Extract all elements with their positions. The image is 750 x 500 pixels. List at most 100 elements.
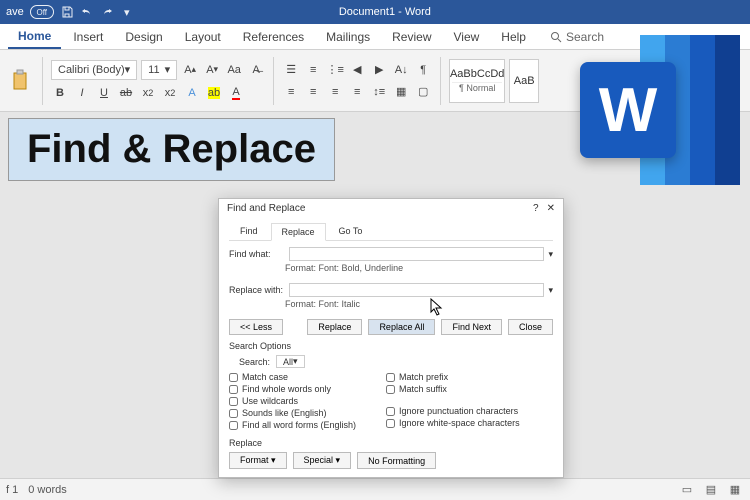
tab-review[interactable]: Review — [382, 26, 441, 48]
tab-help[interactable]: Help — [491, 26, 536, 48]
cb-match-suffix[interactable]: Match suffix — [386, 384, 520, 394]
cb-wildcards[interactable]: Use wildcards — [229, 396, 356, 406]
cb-match-case[interactable]: Match case — [229, 372, 356, 382]
cb-ignore-whitespace[interactable]: Ignore white-space characters — [386, 418, 520, 428]
subscript-button[interactable]: x2 — [139, 84, 157, 102]
replace-with-input[interactable] — [289, 283, 544, 297]
dialog-titlebar: Find and Replace ? ✕ — [219, 199, 563, 218]
cb-match-prefix[interactable]: Match prefix — [386, 372, 520, 382]
tab-view[interactable]: View — [444, 26, 490, 48]
no-formatting-button[interactable]: No Formatting — [357, 452, 436, 469]
status-bar: f 1 0 words ▭ ▤ ▦ — [0, 478, 750, 500]
title-bar: ave Off ▾ Document1 - Word — [0, 0, 750, 24]
dialog-help-icon[interactable]: ? — [533, 203, 539, 214]
shrink-font-icon[interactable]: A▾ — [203, 61, 221, 79]
style-normal[interactable]: AaBbCcDd ¶ Normal — [449, 59, 505, 103]
less-button[interactable]: << Less — [229, 319, 283, 335]
underline-button[interactable]: U — [95, 84, 113, 102]
change-case-icon[interactable]: Aa — [225, 61, 243, 79]
cb-whole-words[interactable]: Find whole words only — [229, 384, 356, 394]
replace-format-section: Replace Format ▾ Special ▾ No Formatting — [229, 438, 553, 469]
cb-sounds-like[interactable]: Sounds like (English) — [229, 408, 356, 418]
shading-icon[interactable]: ▦ — [392, 83, 410, 101]
dialog-tab-goto[interactable]: Go To — [328, 222, 374, 240]
replace-dropdown-icon[interactable]: ▾ — [548, 285, 553, 296]
font-name-select[interactable]: Calibri (Body) ▾ — [51, 60, 137, 80]
align-right-icon[interactable]: ≡ — [326, 83, 344, 101]
search-scope-select[interactable]: All ▾ — [276, 355, 305, 368]
word-count[interactable]: 0 words — [28, 484, 67, 496]
overlay-title-banner: Find & Replace — [8, 118, 335, 181]
align-center-icon[interactable]: ≡ — [304, 83, 322, 101]
find-dropdown-icon[interactable]: ▾ — [548, 249, 553, 260]
page-indicator[interactable]: f 1 — [6, 484, 18, 496]
tab-design[interactable]: Design — [115, 26, 172, 48]
search-options-group: Search Options Search: All ▾ Match case … — [229, 341, 553, 430]
web-layout-icon[interactable]: ▦ — [726, 481, 744, 499]
find-replace-dialog: Find and Replace ? ✕ Find Replace Go To … — [218, 198, 564, 478]
font-color-icon[interactable]: A — [227, 84, 245, 102]
paragraph-group: ☰ ≡ ⋮≡ ◀ ▶ A↓ ¶ ≡ ≡ ≡ ≡ ↕≡ ▦ ▢ — [282, 61, 432, 101]
word-logo-letter: W — [580, 62, 676, 158]
clipboard-group — [8, 65, 34, 97]
decrease-indent-icon[interactable]: ◀ — [348, 61, 366, 79]
italic-button[interactable]: I — [73, 84, 91, 102]
tab-references[interactable]: References — [233, 26, 314, 48]
replace-all-button[interactable]: Replace All — [368, 319, 435, 335]
special-dropdown-button[interactable]: Special ▾ — [293, 452, 352, 469]
replace-with-label: Replace with: — [229, 285, 285, 295]
sort-icon[interactable]: A↓ — [392, 61, 410, 79]
cb-ignore-punct[interactable]: Ignore punctuation characters — [386, 406, 520, 416]
dialog-tab-replace[interactable]: Replace — [271, 223, 326, 241]
read-mode-icon[interactable]: ▭ — [678, 481, 696, 499]
search-icon — [550, 31, 562, 43]
style-next[interactable]: AaB — [509, 59, 539, 103]
format-dropdown-button[interactable]: Format ▾ — [229, 452, 287, 469]
tab-layout[interactable]: Layout — [175, 26, 231, 48]
bold-button[interactable]: B — [51, 84, 69, 102]
find-what-input[interactable] — [289, 247, 544, 261]
tab-mailings[interactable]: Mailings — [316, 26, 380, 48]
align-left-icon[interactable]: ≡ — [282, 83, 300, 101]
quick-access-toolbar: ave Off ▾ — [0, 5, 140, 19]
find-what-label: Find what: — [229, 249, 285, 259]
show-marks-icon[interactable]: ¶ — [414, 61, 432, 79]
close-button[interactable]: Close — [508, 319, 553, 335]
font-size-select[interactable]: 11 ▾ — [141, 60, 177, 80]
dialog-title: Find and Replace — [227, 203, 305, 214]
justify-icon[interactable]: ≡ — [348, 83, 366, 101]
dialog-close-icon[interactable]: ✕ — [547, 203, 555, 214]
highlight-icon[interactable]: ab — [205, 84, 223, 102]
font-group: Calibri (Body) ▾ 11 ▾ A▴ A▾ Aa A̶ B I U … — [51, 60, 265, 102]
find-format-value: Font: Bold, Underline — [319, 263, 404, 273]
styles-group: AaBbCcDd ¶ Normal AaB — [449, 59, 539, 103]
bullets-icon[interactable]: ☰ — [282, 61, 300, 79]
word-logo: W — [580, 30, 740, 190]
redo-icon[interactable] — [100, 5, 114, 19]
qat-dropdown-icon[interactable]: ▾ — [120, 5, 134, 19]
tab-home[interactable]: Home — [8, 25, 61, 49]
undo-icon[interactable] — [80, 5, 94, 19]
dialog-tab-find[interactable]: Find — [229, 222, 269, 240]
save-icon[interactable] — [60, 5, 74, 19]
multilevel-icon[interactable]: ⋮≡ — [326, 61, 344, 79]
increase-indent-icon[interactable]: ▶ — [370, 61, 388, 79]
document-title: Document1 - Word — [140, 6, 630, 18]
find-next-button[interactable]: Find Next — [441, 319, 502, 335]
replace-format-value: Font: Italic — [319, 299, 361, 309]
autosave-toggle[interactable]: Off — [30, 5, 54, 19]
dialog-tabs: Find Replace Go To — [229, 222, 553, 241]
grow-font-icon[interactable]: A▴ — [181, 61, 199, 79]
print-layout-icon[interactable]: ▤ — [702, 481, 720, 499]
numbering-icon[interactable]: ≡ — [304, 61, 322, 79]
line-spacing-icon[interactable]: ↕≡ — [370, 83, 388, 101]
text-effects-icon[interactable]: A — [183, 84, 201, 102]
clear-formatting-icon[interactable]: A̶ — [247, 61, 265, 79]
borders-icon[interactable]: ▢ — [414, 83, 432, 101]
tab-insert[interactable]: Insert — [63, 26, 113, 48]
replace-button[interactable]: Replace — [307, 319, 362, 335]
superscript-button[interactable]: x2 — [161, 84, 179, 102]
strikethrough-button[interactable]: ab — [117, 84, 135, 102]
cb-word-forms[interactable]: Find all word forms (English) — [229, 420, 356, 430]
paste-icon[interactable] — [8, 65, 34, 97]
